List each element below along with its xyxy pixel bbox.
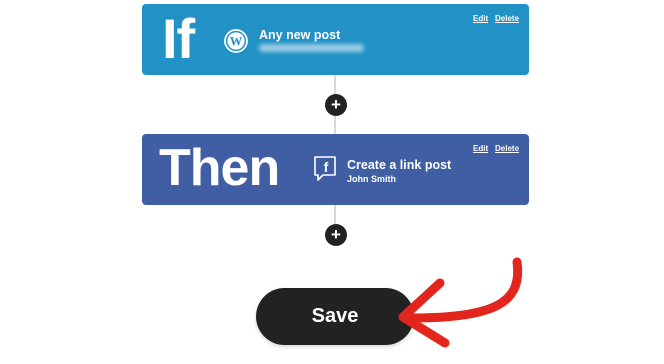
plus-icon: +: [331, 95, 341, 114]
add-step-button[interactable]: +: [325, 224, 347, 246]
save-button[interactable]: Save: [256, 288, 414, 345]
if-keyword: If: [162, 7, 195, 70]
svg-text:W: W: [230, 35, 243, 49]
trigger-title: Any new post: [259, 28, 341, 42]
action-edit-link[interactable]: Edit: [473, 144, 488, 153]
then-keyword: Then: [159, 139, 280, 197]
blurred-site-url: [259, 44, 364, 52]
facebook-icon: f: [314, 156, 336, 181]
svg-text:f: f: [324, 159, 329, 175]
action-card: Then f Create a link post John Smith Edi…: [142, 134, 529, 205]
plus-icon: +: [331, 225, 341, 244]
account-name: John Smith: [347, 174, 396, 184]
trigger-delete-link[interactable]: Delete: [495, 14, 519, 23]
action-title: Create a link post: [347, 158, 452, 172]
trigger-edit-link[interactable]: Edit: [473, 14, 488, 23]
wordpress-icon: W: [224, 29, 248, 53]
action-delete-link[interactable]: Delete: [495, 144, 519, 153]
trigger-card: If W Any new post Edit Delete: [142, 4, 529, 75]
add-step-button[interactable]: +: [325, 94, 347, 116]
